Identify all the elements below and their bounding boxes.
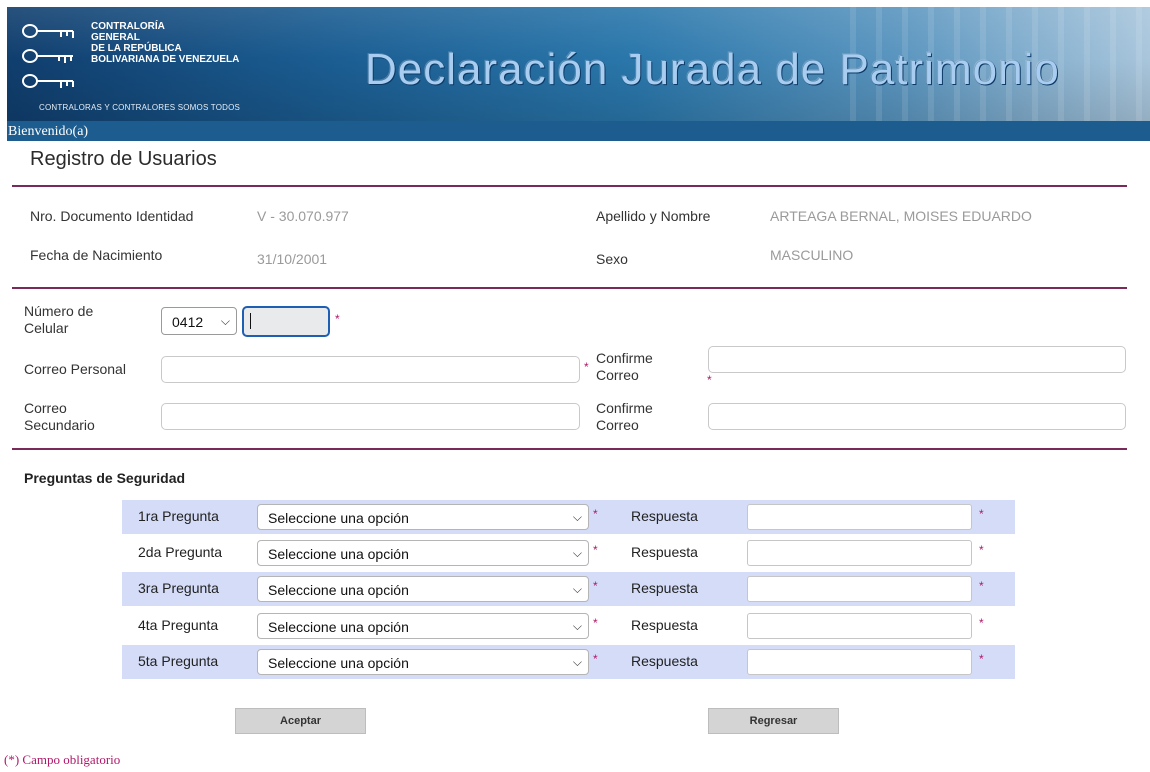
required-mark: * <box>979 507 984 521</box>
answer-input[interactable] <box>747 504 972 530</box>
answer-input[interactable] <box>747 576 972 602</box>
secondary-email-label: Correo Secundario <box>24 400 95 434</box>
required-mark: * <box>593 579 598 593</box>
logo-line: CONTRALORÍA <box>91 21 165 32</box>
header-banner: CONTRALORÍA GENERAL DE LA REPÚBLICA BOLI… <box>7 7 1150 121</box>
name-value: ARTEAGA BERNAL, MOISES EDUARDO <box>770 208 1032 224</box>
required-mark: * <box>584 360 589 374</box>
answer-input[interactable] <box>747 540 972 566</box>
question-row: 4ta Pregunta Seleccione una opción ⌵ * Re… <box>122 609 1015 643</box>
page-title: Registro de Usuarios <box>30 148 217 170</box>
answer-label: Respuesta <box>631 580 698 596</box>
birth-label: Fecha de Nacimiento <box>30 247 163 263</box>
chevron-down-icon: ⌵ <box>572 655 582 669</box>
divider <box>12 287 1127 289</box>
back-button[interactable]: Regresar <box>708 708 839 734</box>
secondary-email-label-line: Correo <box>24 400 67 416</box>
answer-label: Respuesta <box>631 617 698 633</box>
cell-prefix-select[interactable]: 0412 ⌵ <box>161 307 237 335</box>
birth-value: 31/10/2001 <box>257 251 328 267</box>
banner-title: Declaración Jurada de Patrimonio <box>365 45 1060 94</box>
question-select[interactable]: Seleccione una opción ⌵ <box>257 649 589 675</box>
sex-value: MASCULINO <box>770 247 854 263</box>
chevron-down-icon: ⌵ <box>572 510 582 524</box>
cell-prefix-value: 0412 <box>172 314 204 330</box>
welcome-bar <box>7 121 1150 141</box>
confirm-email-label: Confirme Correo <box>596 350 653 384</box>
keys-logo-icon <box>22 24 74 88</box>
question-select[interactable]: Seleccione una opción ⌵ <box>257 613 589 639</box>
logo-slogan: CONTRALORAS Y CONTRALORES SOMOS TODOS <box>39 103 241 112</box>
required-mark: * <box>707 373 712 387</box>
question-select[interactable]: Seleccione una opción ⌵ <box>257 576 589 602</box>
chevron-down-icon: ⌵ <box>220 314 230 328</box>
divider <box>12 448 1127 450</box>
question-label: 2da Pregunta <box>138 544 223 560</box>
required-mark: * <box>593 507 598 521</box>
cell-label-line: Número de <box>24 303 94 319</box>
sex-label: Sexo <box>596 251 628 267</box>
secondary-email-input[interactable] <box>161 403 580 430</box>
logo-line: GENERAL <box>91 32 140 43</box>
question-select[interactable]: Seleccione una opción ⌵ <box>257 504 589 530</box>
answer-label: Respuesta <box>631 653 698 669</box>
security-heading: Preguntas de Seguridad <box>24 470 186 486</box>
required-footnote: (*) Campo obligatorio <box>4 752 121 767</box>
confirm-secondary-email-label-line: Correo <box>596 417 639 433</box>
accept-button[interactable]: Aceptar <box>235 708 366 734</box>
question-label: 5ta Pregunta <box>138 653 219 669</box>
cell-number-input[interactable] <box>242 306 330 337</box>
doc-label: Nro. Documento Identidad <box>30 208 194 224</box>
question-row: 2da Pregunta Seleccione una opción ⌵ * Re… <box>122 536 1015 570</box>
logo-line: DE LA REPÚBLICA <box>91 43 182 54</box>
chevron-down-icon: ⌵ <box>572 619 582 633</box>
required-mark: * <box>979 652 984 666</box>
email-label: Correo Personal <box>24 361 126 377</box>
confirm-email-label-line: Confirme <box>596 350 653 366</box>
doc-value: V - 30.070.977 <box>257 208 349 224</box>
answer-input[interactable] <box>747 649 972 675</box>
question-row: 1ra Pregunta Seleccione una opción ⌵ * Re… <box>122 500 1015 534</box>
answer-label: Respuesta <box>631 508 698 524</box>
question-select[interactable]: Seleccione una opción ⌵ <box>257 540 589 566</box>
required-mark: * <box>593 616 598 630</box>
cell-label-line: Celular <box>24 320 69 336</box>
question-select-value: Seleccione una opción <box>268 655 409 671</box>
question-row: 3ra Pregunta Seleccione una opción ⌵ * Re… <box>122 572 1015 606</box>
name-label: Apellido y Nombre <box>596 208 711 224</box>
chevron-down-icon: ⌵ <box>572 546 582 560</box>
required-mark: * <box>979 579 984 593</box>
logo-line: BOLIVARIANA DE VENEZUELA <box>91 54 240 65</box>
answer-input[interactable] <box>747 613 972 639</box>
required-mark: * <box>593 543 598 557</box>
confirm-secondary-email-label-line: Confirme <box>596 400 653 416</box>
answer-label: Respuesta <box>631 544 698 560</box>
logo-text: CONTRALORÍA GENERAL DE LA REPÚBLICA BOLI… <box>91 21 311 65</box>
question-select-value: Seleccione una opción <box>268 582 409 598</box>
confirm-email-label-line: Correo <box>596 367 639 383</box>
secondary-email-label-line: Secundario <box>24 417 95 433</box>
question-select-value: Seleccione una opción <box>268 546 409 562</box>
confirm-secondary-email-input[interactable] <box>708 403 1126 430</box>
required-mark: * <box>335 312 340 326</box>
email-input[interactable] <box>161 356 580 383</box>
cell-label: Número de Celular <box>24 303 93 337</box>
confirm-secondary-email-label: Confirme Correo <box>596 400 653 434</box>
question-label: 1ra Pregunta <box>138 508 219 524</box>
confirm-email-input[interactable] <box>708 346 1126 373</box>
required-mark: * <box>979 616 984 630</box>
text-cursor <box>250 313 251 329</box>
question-select-value: Seleccione una opción <box>268 510 409 526</box>
welcome-text: Bienvenido(a) <box>8 124 89 139</box>
required-mark: * <box>593 652 598 666</box>
required-mark: * <box>979 543 984 557</box>
question-label: 3ra Pregunta <box>138 580 219 596</box>
divider <box>12 185 1127 187</box>
question-row: 5ta Pregunta Seleccione una opción ⌵ * Re… <box>122 645 1015 679</box>
question-label: 4ta Pregunta <box>138 617 219 633</box>
chevron-down-icon: ⌵ <box>572 582 582 596</box>
question-select-value: Seleccione una opción <box>268 619 409 635</box>
